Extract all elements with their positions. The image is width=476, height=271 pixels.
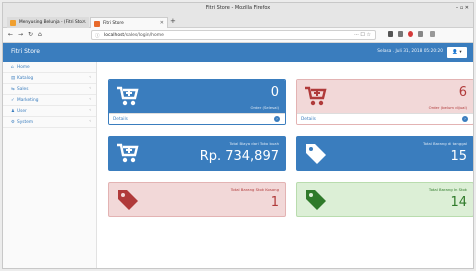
sidebar-item-user[interactable]: ♟ User ‹ (3, 106, 96, 117)
navigation-bar: ← → ↻ ⌂ ⓘ localhost/sales/login/home ···… (3, 28, 473, 43)
chevron-left-icon: ‹ (89, 86, 91, 91)
out-of-stock-value: 1 (270, 195, 279, 210)
tab-menyusing-belanja[interactable]: Menyusing Belunja - (Fitri Sto... ✕ (7, 17, 89, 28)
tab-favicon-icon (10, 20, 16, 26)
arrow-circle-right-icon: › (462, 116, 468, 122)
sidebar-item-marketing[interactable]: ✓ Marketing ‹ (3, 95, 96, 106)
app-header: Fitri Store Selasa . Juli 31, 2018 05:20… (3, 43, 473, 62)
user-menu-button[interactable]: 👤 ▾ (447, 47, 467, 58)
shopping-cart-icon (117, 86, 139, 106)
page-actions-icon[interactable]: ··· ☐ ☆ (354, 32, 371, 38)
chevron-left-icon: ‹ (89, 97, 91, 102)
tab-favicon-icon (94, 21, 100, 27)
sidebar-item-label: Sales (17, 87, 29, 92)
chevron-left-icon: ‹ (89, 108, 91, 113)
sidebar-icon[interactable] (398, 31, 403, 37)
reload-icon[interactable]: ↻ (28, 31, 33, 38)
sidebar-item-label: System (17, 120, 34, 125)
url-path: /sales/login/home (124, 33, 164, 38)
panel-heading: 6 Order (belum dijual) (297, 80, 473, 115)
addon-icon[interactable] (408, 31, 413, 37)
items-sold-panel: Total Barang di tanggal 15 (296, 136, 473, 171)
tab-close-icon[interactable]: ✕ (82, 19, 86, 25)
tab-label: Fitri Store (103, 21, 124, 26)
url-host: localhost (104, 33, 125, 38)
sidebar-item-system[interactable]: ⚙ System ‹ (3, 117, 96, 128)
order-done-label: Order (Selesai) (250, 105, 279, 110)
site-info-icon[interactable]: ⓘ (95, 33, 100, 39)
home-icon[interactable]: ⌂ (38, 31, 42, 38)
chevron-left-icon: ‹ (89, 75, 91, 80)
details-label: Details (301, 117, 316, 122)
order-done-panel: 0 Order (Selesai) Details › (108, 79, 286, 125)
order-done-details-link[interactable]: Details › (109, 113, 285, 124)
sidebar-item-label: Marketing (17, 98, 39, 103)
shopping-cart-icon (305, 86, 327, 106)
window-title: Fitri Store - Mozilla Firefox (205, 5, 271, 11)
content-area: ⌂ Home ▤ Katalog ‹ ⇆ Sales ‹ ✓ Marketing ‹ ♟… (3, 62, 473, 268)
order-pending-label: Order (belum dijual) (428, 105, 467, 110)
new-tab-button[interactable]: + (170, 17, 176, 25)
sidebar-item-label: User (17, 109, 27, 114)
order-pending-value: 6 (458, 85, 467, 100)
url-bar[interactable]: ⓘ localhost/sales/login/home ··· ☐ ☆ (91, 30, 376, 40)
menu-icon[interactable] (430, 31, 435, 37)
sidebar: ⌂ Home ▤ Katalog ‹ ⇆ Sales ‹ ✓ Marketing ‹ ♟… (3, 62, 97, 268)
tag-icon (118, 190, 138, 210)
out-of-stock-panel: Total Barang Stok Kosong 1 (108, 182, 286, 217)
window-controls[interactable]: – ▫ ✕ (456, 5, 469, 11)
sidebar-item-katalog[interactable]: ▤ Katalog ‹ (3, 73, 96, 84)
out-of-stock-label: Total Barang Stok Kosong (230, 187, 279, 192)
sidebar-item-label: Home (17, 65, 30, 70)
sidebar-item-home[interactable]: ⌂ Home (3, 62, 96, 73)
back-icon[interactable]: ← (8, 31, 13, 38)
chevron-left-icon: ‹ (89, 119, 91, 124)
order-done-value: 0 (270, 85, 279, 100)
total-cost-label: Total Biaya dari Toko buah (229, 141, 279, 146)
in-stock-panel: Total Barang In Stok 14 (296, 182, 473, 217)
sidebar-item-label: Katalog (17, 76, 34, 81)
in-stock-label: Total Barang In Stok (428, 187, 467, 192)
tab-bar: Menyusing Belunja - (Fitri Sto... ✕ Fitr… (3, 16, 473, 28)
window-titlebar: Fitri Store - Mozilla Firefox – ▫ ✕ (3, 3, 473, 16)
dashboard-main: 0 Order (Selesai) Details › 6 Order (bel… (98, 62, 473, 268)
date-greeting: Selasa . Juli 31, 2018 05:20:20 (377, 49, 443, 54)
total-cost-value: Rp. 734,897 (199, 149, 279, 164)
details-label: Details (113, 117, 128, 122)
sidebar-item-sales[interactable]: ⇆ Sales ‹ (3, 84, 96, 95)
shopping-cart-icon (117, 143, 139, 163)
library-icon[interactable] (388, 31, 393, 37)
items-sold-value: 15 (450, 149, 467, 164)
items-sold-label: Total Barang di tanggal (422, 141, 467, 146)
panel-heading: 0 Order (Selesai) (109, 80, 285, 115)
tab-close-icon[interactable]: ✕ (160, 20, 164, 26)
extension-icon[interactable] (418, 31, 423, 37)
arrow-circle-right-icon: › (274, 116, 280, 122)
brand-title[interactable]: Fitri Store (11, 48, 40, 55)
order-pending-details-link[interactable]: Details › (297, 113, 473, 124)
tab-label: Menyusing Belunja - (Fitri Sto... (19, 20, 87, 25)
tag-icon (306, 190, 326, 210)
in-stock-value: 14 (450, 195, 467, 210)
order-pending-panel: 6 Order (belum dijual) Details › (296, 79, 473, 125)
forward-icon[interactable]: → (18, 31, 23, 38)
tab-fitri-store[interactable]: Fitri Store ✕ (90, 17, 168, 28)
browser-window: Fitri Store - Mozilla Firefox – ▫ ✕ Meny… (2, 2, 474, 269)
total-cost-panel: Total Biaya dari Toko buah Rp. 734,897 (108, 136, 286, 171)
tag-icon (306, 144, 326, 164)
